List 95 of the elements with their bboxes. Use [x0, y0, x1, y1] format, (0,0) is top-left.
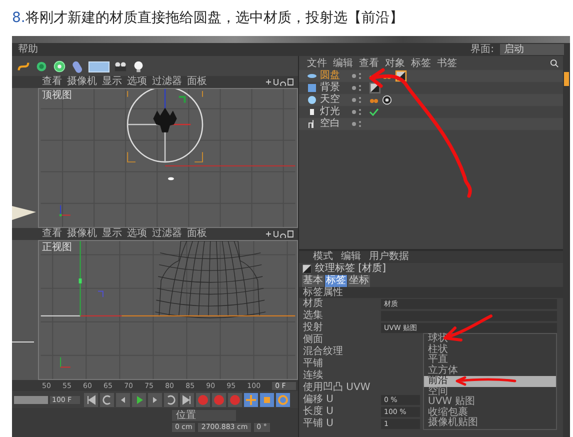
- property-label: 使用凹凸 UVW: [302, 382, 372, 394]
- visibility-dots-icon[interactable]: [351, 71, 363, 81]
- viewport[interactable]: 顶视图: [38, 88, 298, 228]
- viewport-menu-item[interactable]: 显示: [102, 228, 122, 240]
- go-to-start-icon[interactable]: [84, 392, 98, 406]
- play-icon[interactable]: [132, 392, 146, 406]
- object-silhouette: [153, 108, 177, 132]
- attribute-menu-item[interactable]: 模式: [313, 251, 333, 263]
- attribute-tab[interactable]: 坐标: [348, 275, 370, 287]
- dropdown-option[interactable]: UVW 贴图: [424, 397, 556, 408]
- viewport-menu-item[interactable]: 查看: [42, 228, 62, 240]
- property-label: 连续: [302, 370, 324, 382]
- object-name[interactable]: 空白: [320, 118, 348, 130]
- scale-icon[interactable]: [260, 392, 274, 406]
- object-name[interactable]: 背景: [320, 82, 348, 94]
- search-icon[interactable]: [550, 58, 559, 68]
- viewport-menu-item[interactable]: 摄像机: [67, 76, 97, 88]
- time-slider[interactable]: [14, 396, 48, 404]
- property-label: 材质: [302, 298, 324, 310]
- step-forward-icon[interactable]: [148, 392, 162, 406]
- viewport-menu-item[interactable]: 摄像机: [67, 228, 97, 240]
- viewport-menu-item[interactable]: 面板: [187, 228, 207, 240]
- property-label: 偏移 U: [302, 394, 334, 406]
- object-name[interactable]: 天空: [320, 94, 348, 106]
- axis-icon: [59, 204, 71, 216]
- attribute-menu-item[interactable]: 用户数据: [369, 251, 409, 263]
- section-header: 标签属性: [299, 287, 563, 298]
- rotate-icon[interactable]: [276, 392, 290, 406]
- visibility-dots-icon[interactable]: [351, 107, 363, 117]
- viewport-menu-item[interactable]: 选项: [127, 76, 147, 88]
- property-label: 长度 U: [302, 406, 334, 418]
- object-menu-item[interactable]: 查看: [359, 56, 379, 70]
- viewport-nav-icon[interactable]: [264, 78, 294, 86]
- viewport-menu-item[interactable]: 选项: [127, 228, 147, 240]
- object-name[interactable]: 圆盘: [320, 70, 348, 82]
- dropdown-option[interactable]: 平直: [424, 355, 556, 366]
- layout-dropdown[interactable]: 启动: [500, 44, 564, 55]
- visibility-dots-icon[interactable]: [351, 119, 363, 129]
- viewport-menu-item[interactable]: 查看: [42, 76, 62, 88]
- selection-field[interactable]: [381, 311, 557, 321]
- attribute-menu-item[interactable]: 编辑: [341, 251, 361, 263]
- attribute-tab[interactable]: 基本: [302, 275, 324, 287]
- sky-object-icon: [307, 95, 317, 105]
- property-label: 投射: [302, 322, 324, 334]
- property-label: 混合纹理: [302, 346, 344, 358]
- viewport-menu-item[interactable]: 过滤器: [152, 76, 182, 88]
- check-icon[interactable]: [369, 107, 379, 117]
- viewport[interactable]: 正视图: [38, 240, 298, 380]
- light-object-icon: [307, 107, 317, 117]
- dropdown-option[interactable]: 收缩包裹: [424, 408, 556, 418]
- property-label: 侧面: [302, 334, 324, 346]
- object-menu-item[interactable]: 编辑: [333, 56, 353, 70]
- corner-bracket-icon: [98, 290, 104, 298]
- property-label: 选集: [302, 310, 324, 322]
- step-back-icon[interactable]: [116, 392, 130, 406]
- deformer-icon[interactable]: [52, 58, 67, 74]
- property-label: 平铺: [302, 358, 324, 370]
- viewport-label: 顶视图: [42, 90, 72, 101]
- object-menu-item[interactable]: 文件: [307, 56, 327, 70]
- position-header: 位置: [172, 410, 236, 421]
- object-menu-item[interactable]: 书签: [437, 56, 457, 70]
- viewport-menu-item[interactable]: 过滤器: [152, 228, 182, 240]
- viewport-menu-item[interactable]: 面板: [187, 76, 207, 88]
- viewport-menu-item[interactable]: 显示: [102, 76, 122, 88]
- object-menu-item[interactable]: 标签: [411, 56, 431, 70]
- move-icon[interactable]: [244, 392, 258, 406]
- texture-tag-icon: [302, 264, 312, 274]
- object-name[interactable]: 灯光: [320, 106, 348, 118]
- visibility-dots-icon[interactable]: [351, 83, 363, 93]
- attribute-tab[interactable]: 标签: [325, 275, 347, 287]
- previous-key-icon[interactable]: [100, 392, 114, 406]
- floor-icon[interactable]: [88, 58, 110, 74]
- object-menu-item[interactable]: 对象: [385, 56, 405, 70]
- layout-label: 界面:: [470, 44, 494, 56]
- step-number: 8.: [12, 10, 26, 26]
- dropdown-option[interactable]: 立方体: [424, 366, 556, 376]
- dropdown-option[interactable]: 摄像机贴图: [424, 418, 556, 428]
- viewport-label: 正视图: [42, 242, 72, 253]
- sky-tag-icon[interactable]: [382, 95, 392, 105]
- background-object-icon: [307, 83, 317, 93]
- dropdown-option[interactable]: 柱状: [424, 344, 556, 355]
- next-key-icon[interactable]: [164, 392, 178, 406]
- capsule-icon[interactable]: [70, 58, 85, 74]
- disc-object-icon: [307, 71, 317, 81]
- light-marker: [168, 177, 174, 180]
- visibility-dots-icon[interactable]: [351, 95, 363, 105]
- axis-icon: [60, 356, 71, 368]
- step-instruction: 将刚才新建的材质直接拖给圆盘，选中材质，投射选【前沿】: [25, 9, 404, 27]
- menu-item[interactable]: 帮助: [18, 44, 38, 56]
- property-label: 平铺 U: [302, 418, 334, 430]
- go-to-end-icon[interactable]: [180, 392, 194, 406]
- y-axis-handle[interactable]: [78, 241, 82, 316]
- viewport-nav-icon[interactable]: [264, 230, 294, 238]
- dropdown-option[interactable]: 空间: [424, 386, 556, 397]
- tag-title: 纹理标签 [材质]: [315, 263, 386, 274]
